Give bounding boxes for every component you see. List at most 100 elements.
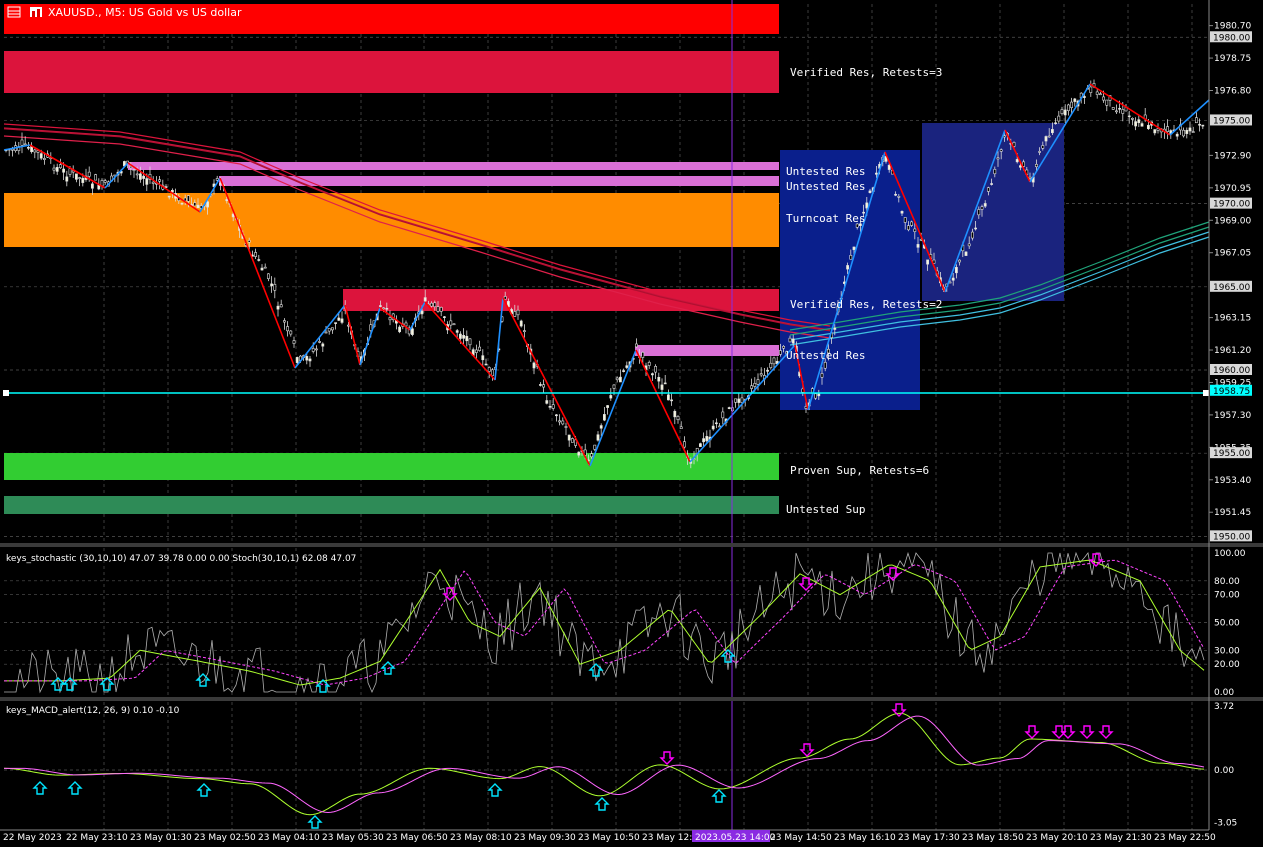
candle-body	[433, 302, 437, 308]
time-label: 22 May 23:10	[66, 833, 128, 843]
candle-body	[654, 366, 658, 373]
candle-body	[980, 206, 984, 210]
candle-body	[516, 309, 520, 316]
candle-body	[398, 326, 402, 333]
zone-label-untested-res-2: Untested Res	[786, 180, 865, 193]
candle-body	[87, 171, 91, 177]
candle-body	[388, 317, 392, 321]
candle-body	[999, 149, 1003, 152]
candle-body	[615, 377, 619, 381]
candle-body	[318, 341, 322, 343]
candle-body	[1131, 118, 1134, 120]
candle-body	[39, 153, 43, 159]
hline-handle-left[interactable]	[3, 390, 9, 396]
candle-body	[311, 348, 315, 352]
candle-body	[1038, 151, 1042, 153]
candle-body	[1015, 159, 1019, 163]
time-label: 23 May 18:50	[962, 833, 1024, 843]
candle-body	[986, 187, 990, 192]
candle-body	[1083, 96, 1086, 98]
candle-body	[452, 323, 456, 326]
zone-label-turncoat-res: Turncoat Res	[786, 212, 865, 225]
candle-body	[673, 410, 677, 418]
candle-body	[513, 311, 517, 317]
candle-body	[1041, 145, 1045, 149]
candle-body	[225, 199, 229, 202]
candle-body	[663, 382, 667, 385]
candle-body	[1060, 109, 1064, 114]
candle-body	[791, 338, 795, 344]
candle-body	[1147, 124, 1150, 130]
candle-body	[385, 307, 389, 310]
candle-body	[1070, 101, 1074, 108]
candle-body	[52, 167, 56, 171]
candle-body	[734, 398, 738, 403]
candle-body	[1134, 121, 1138, 127]
candle-body	[1137, 119, 1141, 124]
candle-body	[206, 201, 210, 208]
candle-body	[286, 326, 290, 332]
candle-body	[1054, 122, 1058, 125]
panel-separator-1[interactable]	[0, 543, 1263, 547]
zone-untested-res-1	[128, 162, 779, 170]
chart-background	[0, 0, 1263, 847]
panel-separator-2[interactable]	[0, 697, 1263, 701]
candle-body	[823, 361, 827, 369]
candle-body	[1185, 129, 1189, 134]
zone-untested-res-3	[635, 345, 779, 356]
candle-body	[1051, 129, 1054, 134]
price-tick-label: 1978.75	[1214, 54, 1251, 64]
candle-body	[458, 333, 462, 339]
candle-body	[129, 166, 133, 169]
stoch-label: keys_stochastic (30,10,10) 47.07 39.78 0…	[6, 554, 356, 564]
zone-turncoat-res	[4, 193, 779, 247]
candle-body	[378, 305, 382, 307]
candle-body	[916, 244, 920, 248]
candle-body	[519, 320, 523, 327]
candle-body	[682, 441, 686, 448]
candle-body	[327, 328, 331, 332]
candle-body	[820, 373, 824, 378]
candle-body	[1115, 110, 1118, 113]
candle-body	[142, 175, 146, 179]
candle-body	[187, 195, 190, 202]
candle-body	[484, 363, 488, 366]
candle-body	[750, 385, 754, 389]
price-tick-label: 1980.70	[1214, 22, 1251, 32]
zone-label-untested-res-1: Untested Res	[786, 165, 865, 178]
time-label: 22 May 2023	[3, 833, 62, 843]
candle-body	[554, 414, 558, 417]
candle-body	[721, 411, 725, 419]
candle-body	[532, 362, 536, 369]
zone-untested-sup	[4, 496, 779, 514]
chart-title: XAUUSD., M5: US Gold vs US dollar	[48, 6, 242, 19]
candle-body	[1028, 176, 1032, 179]
candle-body	[993, 169, 997, 175]
candle-body	[346, 324, 350, 327]
candle-body	[430, 302, 434, 307]
candle	[1111, 106, 1115, 110]
candle-body	[522, 330, 526, 332]
candle-body	[833, 327, 837, 330]
chart-canvas[interactable]: Verified Res, Retests=3 Untested Res Unt…	[0, 0, 1263, 847]
candle-body	[756, 379, 760, 385]
candle-body	[1047, 135, 1051, 138]
candle-body	[622, 370, 626, 372]
price-mark-label: 1960.00	[1213, 366, 1250, 376]
candle-body	[602, 414, 606, 421]
price-mark-label: 1965.00	[1213, 283, 1250, 293]
hline-handle-right[interactable]	[1203, 390, 1209, 396]
candle-body	[606, 405, 610, 408]
candle-body	[705, 436, 709, 442]
candle-body	[740, 397, 744, 403]
candle-body	[481, 355, 485, 361]
candle-body	[814, 393, 818, 399]
candle-body	[846, 265, 850, 270]
chart-type-icon[interactable]	[30, 7, 42, 17]
time-label: 23 May 20:10	[1026, 833, 1088, 843]
candle-body	[279, 304, 283, 308]
candle-body	[548, 406, 552, 408]
candle-body	[78, 177, 82, 179]
candle-body	[641, 352, 645, 358]
candle-body	[266, 273, 270, 279]
